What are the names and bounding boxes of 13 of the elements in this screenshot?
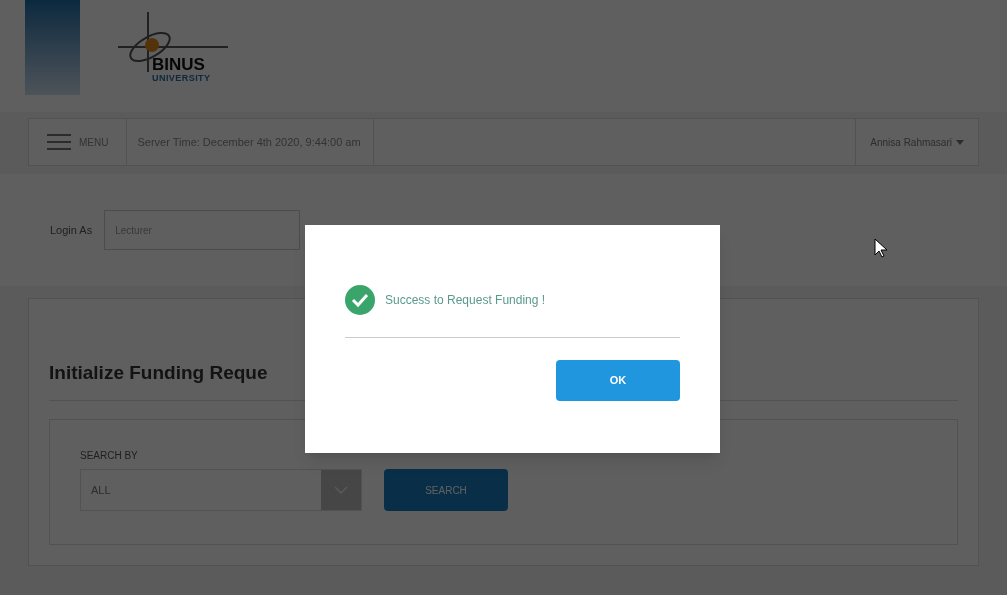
check-circle-icon: [345, 285, 375, 315]
search-button[interactable]: SEARCH: [384, 469, 508, 511]
mouse-cursor-icon: [874, 238, 888, 258]
logo-name: BINUS: [152, 56, 206, 73]
card-title: Initialize Funding Reque: [49, 362, 268, 383]
logo-subtitle: UNIVERSITY: [152, 73, 212, 85]
success-message: Success to Request Funding !: [385, 292, 546, 309]
caret-icon: [956, 139, 964, 145]
ok-button[interactable]: OK: [556, 360, 680, 401]
menu-icon: [47, 134, 71, 150]
search-by-label: SEARCH BY: [80, 449, 139, 463]
login-as-label: Login As: [50, 222, 93, 238]
logo-icon: [118, 12, 228, 72]
